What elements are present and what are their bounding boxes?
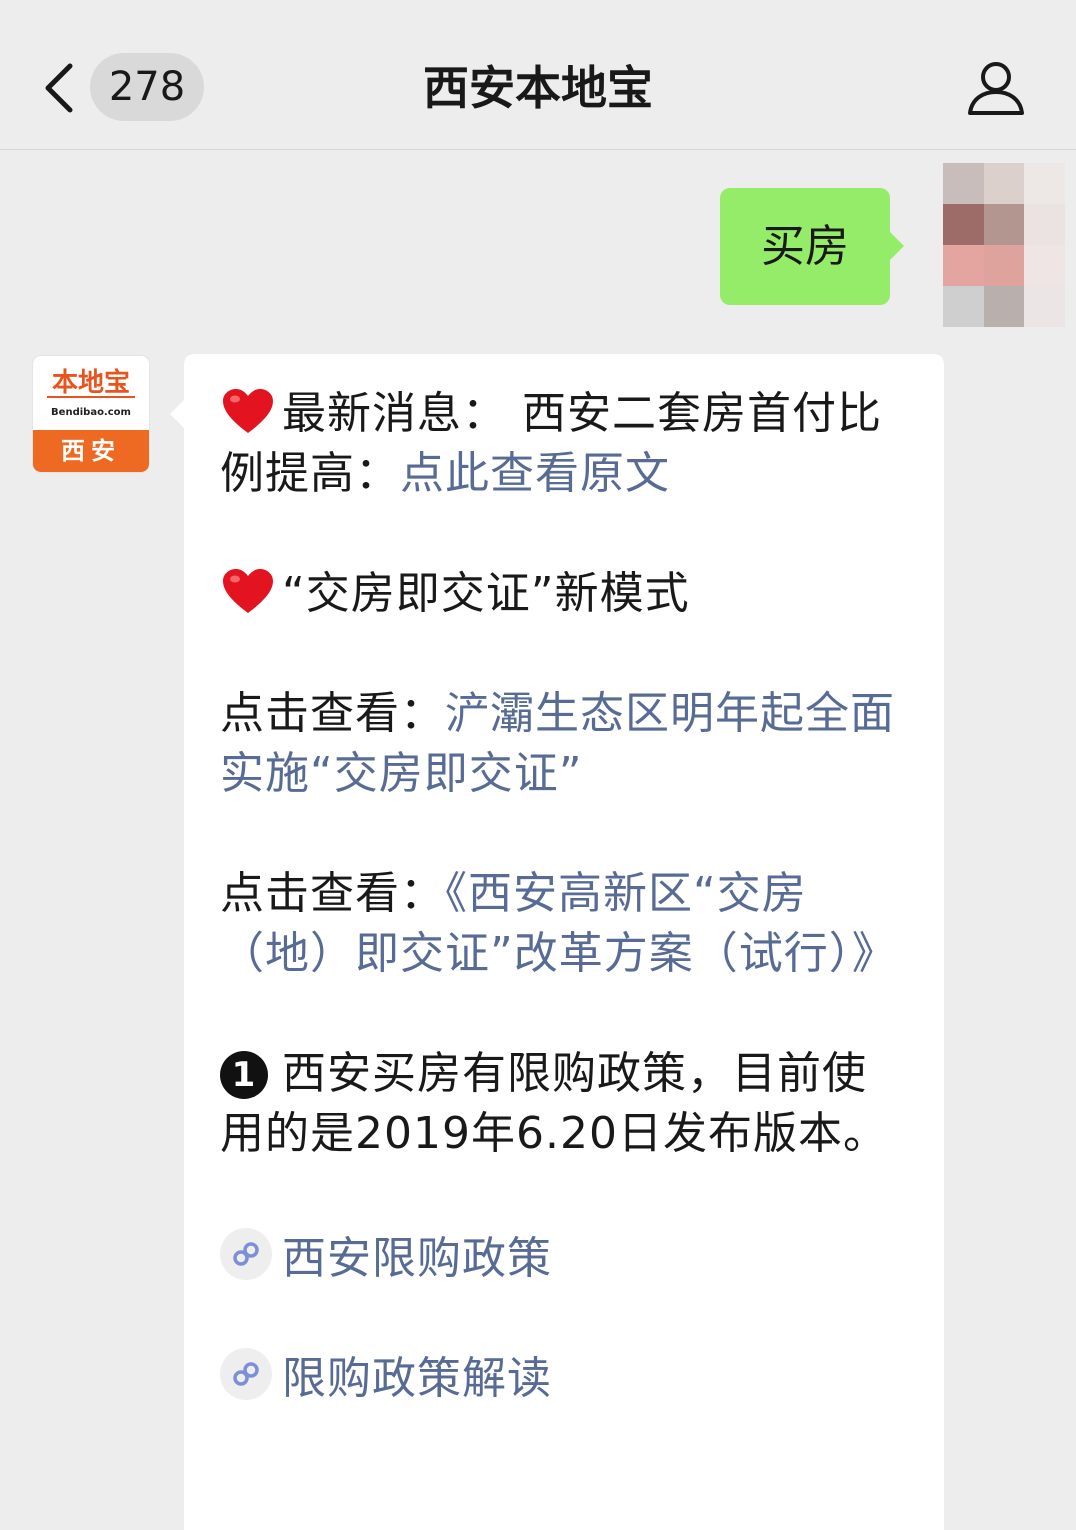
mini-program-link-icon (220, 1228, 272, 1280)
chat-header: 278 西安本地宝 (0, 0, 1076, 150)
logo-domain: Bendibao.com (51, 407, 131, 418)
chat-title: 西安本地宝 (423, 61, 653, 115)
policy-paragraph: 1 西安买房有限购政策，目前使用的是2019年6.20日发布版本。 (220, 1044, 908, 1164)
click-label: 点击查看： (220, 868, 445, 919)
mini-program-label: 限购政策解读 (282, 1353, 552, 1404)
mini-program-label: 西安限购政策 (282, 1233, 552, 1284)
user-avatar[interactable] (943, 163, 1065, 327)
red-heart-icon (223, 389, 273, 433)
incoming-message-bubble: 最新消息： 西安二套房首付比例提高：点此查看原文 “交房即交证”新模式 点击查看… (170, 354, 944, 1530)
click-label: 点击查看： (220, 688, 445, 739)
logo-divider (47, 396, 135, 398)
outgoing-message-bubble[interactable]: 买房 (720, 188, 904, 305)
official-account-avatar[interactable]: 本地宝 Bendibao.com 西安 (33, 356, 149, 472)
red-heart-icon (223, 569, 273, 613)
logo-city: 西安 (33, 430, 149, 472)
number-one-icon: 1 (220, 1051, 268, 1099)
mini-program-link[interactable]: 限购政策解读 (220, 1344, 908, 1404)
mini-program-link[interactable]: 西安限购政策 (220, 1224, 908, 1284)
mode-text: “交房即交证”新模式 (282, 568, 690, 619)
mode-paragraph: “交房即交证”新模式 (220, 564, 908, 624)
click-paragraph-1: 点击查看：浐灞生态区明年起全面实施“交房即交证” (220, 684, 908, 804)
policy-text: 西安买房有限购政策，目前使用的是2019年6.20日发布版本。 (220, 1048, 888, 1159)
mini-program-link-icon (220, 1348, 272, 1400)
news-paragraph: 最新消息： 西安二套房首付比例提高：点此查看原文 (220, 384, 908, 504)
person-icon[interactable] (966, 60, 1026, 116)
click-paragraph-2: 点击查看：《西安高新区“交房（地）即交证”改革方案（试行）》 (220, 864, 908, 984)
news-link[interactable]: 点此查看原文 (400, 448, 670, 499)
logo-brand-name: 本地宝 (51, 368, 130, 398)
